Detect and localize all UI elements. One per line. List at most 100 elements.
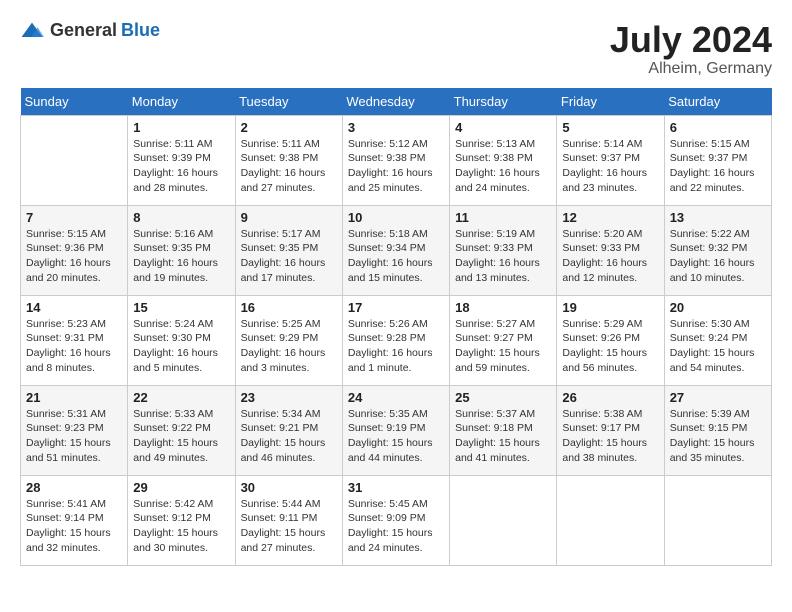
calendar-cell: 24 Sunrise: 5:35 AM Sunset: 9:19 PM Dayli… [342,385,449,475]
calendar-cell: 1Sunrise: 5:11 AM Sunset: 9:39 PM Daylig… [128,115,235,205]
day-header-tuesday: Tuesday [235,88,342,116]
calendar-cell: 16Sunrise: 5:25 AM Sunset: 9:29 PM Dayli… [235,295,342,385]
day-info: Sunrise: 5:35 AM Sunset: 9:19 PM Dayligh… [348,407,444,466]
day-info: Sunrise: 5:25 AM Sunset: 9:29 PM Dayligh… [241,317,337,376]
day-header-friday: Friday [557,88,664,116]
calendar-cell [664,475,771,565]
calendar-cell: 4 Sunrise: 5:13 AM Sunset: 9:38 PM Daylig… [450,115,557,205]
calendar-cell: 28 Sunrise: 5:41 AM Sunset: 9:14 PM Dayli… [21,475,128,565]
day-info: Sunrise: 5:15 AM Sunset: 9:36 PM Dayligh… [26,227,122,286]
day-header-sunday: Sunday [21,88,128,116]
calendar-cell [450,475,557,565]
day-info: Sunrise: 5:15 AM Sunset: 9:37 PM Dayligh… [670,137,766,196]
day-info: Sunrise: 5:41 AM Sunset: 9:14 PM Dayligh… [26,497,122,556]
calendar-cell: 20 Sunrise: 5:30 AM Sunset: 9:24 PM Dayli… [664,295,771,385]
day-info: Sunrise: 5:27 AM Sunset: 9:27 PM Dayligh… [455,317,551,376]
day-info: Sunrise: 5:42 AM Sunset: 9:12 PM Dayligh… [133,497,229,556]
day-info: Sunrise: 5:14 AM Sunset: 9:37 PM Dayligh… [562,137,658,196]
calendar-cell: 23 Sunrise: 5:34 AM Sunset: 9:21 PM Dayli… [235,385,342,475]
calendar-cell: 6 Sunrise: 5:15 AM Sunset: 9:37 PM Daylig… [664,115,771,205]
week-row-1: 1Sunrise: 5:11 AM Sunset: 9:39 PM Daylig… [21,115,772,205]
calendar-cell [557,475,664,565]
day-info: Sunrise: 5:17 AM Sunset: 9:35 PM Dayligh… [241,227,337,286]
day-number: 9 [241,210,337,225]
calendar-cell: 22 Sunrise: 5:33 AM Sunset: 9:22 PM Dayli… [128,385,235,475]
day-info: Sunrise: 5:19 AM Sunset: 9:33 PM Dayligh… [455,227,551,286]
day-info: Sunrise: 5:23 AM Sunset: 9:31 PM Dayligh… [26,317,122,376]
logo-text-general: General [50,20,117,41]
calendar-cell: 8Sunrise: 5:16 AM Sunset: 9:35 PM Daylig… [128,205,235,295]
day-number: 24 [348,390,444,405]
day-number: 6 [670,120,766,135]
days-header-row: SundayMondayTuesdayWednesdayThursdayFrid… [21,88,772,116]
day-number: 7 [26,210,122,225]
day-number: 11 [455,210,551,225]
day-info: Sunrise: 5:18 AM Sunset: 9:34 PM Dayligh… [348,227,444,286]
calendar-cell: 27Sunrise: 5:39 AM Sunset: 9:15 PM Dayli… [664,385,771,475]
day-number: 21 [26,390,122,405]
week-row-4: 21Sunrise: 5:31 AM Sunset: 9:23 PM Dayli… [21,385,772,475]
calendar-cell: 30 Sunrise: 5:44 AM Sunset: 9:11 PM Dayli… [235,475,342,565]
calendar-cell: 14 Sunrise: 5:23 AM Sunset: 9:31 PM Dayli… [21,295,128,385]
day-number: 22 [133,390,229,405]
day-number: 26 [562,390,658,405]
day-number: 25 [455,390,551,405]
day-number: 3 [348,120,444,135]
day-number: 4 [455,120,551,135]
calendar-cell: 19 Sunrise: 5:29 AM Sunset: 9:26 PM Dayli… [557,295,664,385]
day-number: 15 [133,300,229,315]
calendar-cell: 13 Sunrise: 5:22 AM Sunset: 9:32 PM Dayli… [664,205,771,295]
day-number: 20 [670,300,766,315]
day-info: Sunrise: 5:11 AM Sunset: 9:39 PM Dayligh… [133,137,229,196]
day-header-thursday: Thursday [450,88,557,116]
day-number: 5 [562,120,658,135]
header: GeneralBlue July 2024 Alheim, Germany [20,20,772,78]
day-number: 23 [241,390,337,405]
calendar-cell: 25Sunrise: 5:37 AM Sunset: 9:18 PM Dayli… [450,385,557,475]
day-number: 31 [348,480,444,495]
logo: GeneralBlue [20,20,160,41]
day-number: 13 [670,210,766,225]
calendar-cell [21,115,128,205]
day-number: 2 [241,120,337,135]
day-info: Sunrise: 5:22 AM Sunset: 9:32 PM Dayligh… [670,227,766,286]
calendar-cell: 10 Sunrise: 5:18 AM Sunset: 9:34 PM Dayli… [342,205,449,295]
day-number: 29 [133,480,229,495]
day-number: 8 [133,210,229,225]
calendar-cell: 18 Sunrise: 5:27 AM Sunset: 9:27 PM Dayli… [450,295,557,385]
day-info: Sunrise: 5:38 AM Sunset: 9:17 PM Dayligh… [562,407,658,466]
day-info: Sunrise: 5:33 AM Sunset: 9:22 PM Dayligh… [133,407,229,466]
day-number: 12 [562,210,658,225]
calendar-cell: 17 Sunrise: 5:26 AM Sunset: 9:28 PM Dayli… [342,295,449,385]
calendar-cell: 26 Sunrise: 5:38 AM Sunset: 9:17 PM Dayli… [557,385,664,475]
week-row-5: 28 Sunrise: 5:41 AM Sunset: 9:14 PM Dayli… [21,475,772,565]
location-title: Alheim, Germany [610,60,772,78]
month-title: July 2024 [610,20,772,60]
day-number: 18 [455,300,551,315]
day-number: 28 [26,480,122,495]
calendar-cell: 7 Sunrise: 5:15 AM Sunset: 9:36 PM Daylig… [21,205,128,295]
calendar-table: SundayMondayTuesdayWednesdayThursdayFrid… [20,88,772,566]
day-header-saturday: Saturday [664,88,771,116]
day-number: 14 [26,300,122,315]
day-info: Sunrise: 5:29 AM Sunset: 9:26 PM Dayligh… [562,317,658,376]
day-info: Sunrise: 5:11 AM Sunset: 9:38 PM Dayligh… [241,137,337,196]
calendar-cell: 15 Sunrise: 5:24 AM Sunset: 9:30 PM Dayli… [128,295,235,385]
day-header-wednesday: Wednesday [342,88,449,116]
calendar-cell: 29 Sunrise: 5:42 AM Sunset: 9:12 PM Dayli… [128,475,235,565]
day-number: 10 [348,210,444,225]
calendar-cell: 3 Sunrise: 5:12 AM Sunset: 9:38 PM Daylig… [342,115,449,205]
day-info: Sunrise: 5:12 AM Sunset: 9:38 PM Dayligh… [348,137,444,196]
day-number: 30 [241,480,337,495]
calendar-cell: 11 Sunrise: 5:19 AM Sunset: 9:33 PM Dayli… [450,205,557,295]
week-row-2: 7 Sunrise: 5:15 AM Sunset: 9:36 PM Daylig… [21,205,772,295]
month-title-area: July 2024 Alheim, Germany [610,20,772,78]
day-info: Sunrise: 5:44 AM Sunset: 9:11 PM Dayligh… [241,497,337,556]
day-info: Sunrise: 5:13 AM Sunset: 9:38 PM Dayligh… [455,137,551,196]
day-info: Sunrise: 5:24 AM Sunset: 9:30 PM Dayligh… [133,317,229,376]
day-info: Sunrise: 5:30 AM Sunset: 9:24 PM Dayligh… [670,317,766,376]
day-number: 17 [348,300,444,315]
day-info: Sunrise: 5:34 AM Sunset: 9:21 PM Dayligh… [241,407,337,466]
day-info: Sunrise: 5:26 AM Sunset: 9:28 PM Dayligh… [348,317,444,376]
day-number: 19 [562,300,658,315]
